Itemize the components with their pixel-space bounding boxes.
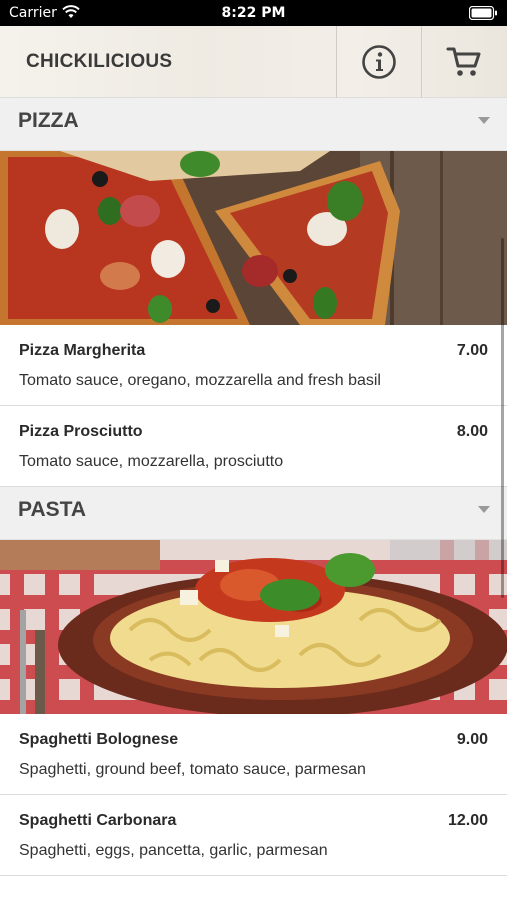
item-name: Spaghetti Carbonara	[19, 812, 177, 829]
item-price: 12.00	[447, 812, 488, 829]
status-bar: Carrier 8:22 PM	[0, 0, 507, 26]
battery-icon	[469, 6, 497, 20]
chevron-down-icon	[478, 117, 490, 124]
chevron-down-icon	[478, 506, 490, 513]
section-title: PASTA	[18, 498, 87, 521]
item-price: 8.00	[456, 423, 488, 440]
pasta-photo	[0, 540, 507, 714]
cart-icon	[446, 47, 481, 76]
section-header-pizza[interactable]: PIZZA	[0, 98, 507, 151]
app-title: CHICKILICIOUS	[26, 51, 173, 72]
item-price: 9.00	[456, 731, 488, 748]
cart-button[interactable]	[421, 26, 506, 98]
item-name: Spaghetti Bolognese	[19, 731, 179, 748]
item-name: Pizza Prosciutto	[19, 423, 143, 440]
app-header: CHICKILICIOUS	[0, 26, 507, 98]
pizza-photo	[0, 151, 507, 325]
menu-item[interactable]: Pizza Prosciutto 8.00 Tomato sauce, mozz…	[0, 406, 507, 487]
item-description: Spaghetti, eggs, pancetta, garlic, parme…	[19, 842, 328, 859]
section-title: PIZZA	[18, 109, 79, 132]
item-description: Spaghetti, ground beef, tomato sauce, pa…	[19, 761, 366, 778]
clock: 8:22 PM	[221, 5, 286, 21]
menu-item[interactable]: Spaghetti Carbonara 12.00 Spaghetti, egg…	[0, 795, 507, 876]
item-description: Tomato sauce, mozzarella, prosciutto	[19, 453, 284, 470]
section-header-pasta[interactable]: PASTA	[0, 487, 507, 540]
menu-item[interactable]: Pizza Margherita 7.00 Tomato sauce, oreg…	[0, 325, 507, 406]
item-description: Tomato sauce, oregano, mozzarella and fr…	[19, 372, 381, 389]
menu-list[interactable]: PIZZA Pizza Margherita 7.00 Tomato sauce…	[0, 98, 507, 900]
info-icon	[362, 45, 396, 79]
item-name: Pizza Margherita	[19, 342, 146, 359]
info-button[interactable]	[336, 26, 421, 98]
item-price: 7.00	[456, 342, 488, 359]
scrollbar[interactable]	[501, 238, 504, 598]
menu-item[interactable]: Spaghetti Bolognese 9.00 Spaghetti, grou…	[0, 714, 507, 795]
